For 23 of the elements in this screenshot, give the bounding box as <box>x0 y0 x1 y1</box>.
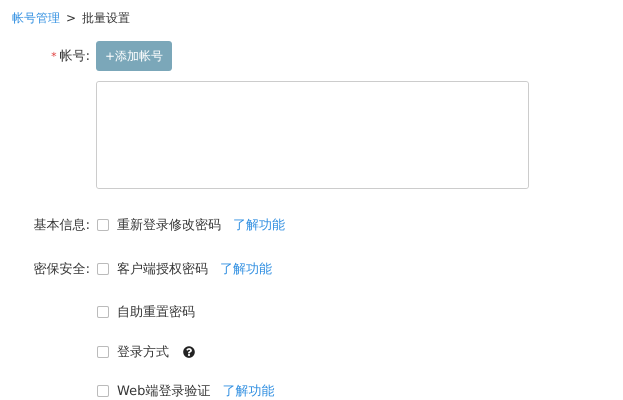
checkbox[interactable] <box>97 306 109 318</box>
checkbox[interactable] <box>97 346 109 358</box>
learn-more-link[interactable]: 了解功能 <box>222 382 274 400</box>
breadcrumb-separator: > <box>66 11 76 25</box>
option-label: 自助重置密码 <box>117 304 195 321</box>
add-account-button[interactable]: +添加帐号 <box>96 41 172 71</box>
field-label: 基本信息: <box>34 217 90 234</box>
checkbox[interactable] <box>97 219 109 231</box>
field-label: 帐号: <box>60 48 90 65</box>
required-mark: * <box>51 50 57 62</box>
breadcrumb-current: 批量设置 <box>82 10 130 26</box>
option-label: 重新登录修改密码 <box>117 217 221 234</box>
checkbox[interactable] <box>97 385 109 397</box>
learn-more-link[interactable]: 了解功能 <box>220 260 272 278</box>
option-label: 客户端授权密码 <box>117 261 208 278</box>
field-label: 密保安全: <box>34 261 90 278</box>
breadcrumb-link[interactable]: 帐号管理 <box>12 10 60 26</box>
help-icon[interactable] <box>183 346 195 358</box>
learn-more-link[interactable]: 了解功能 <box>233 216 285 234</box>
account-input-field[interactable] <box>96 81 529 189</box>
option-label: Web端登录验证 <box>117 383 210 400</box>
option-label: 登录方式 <box>117 344 169 361</box>
checkbox[interactable] <box>97 263 109 275</box>
